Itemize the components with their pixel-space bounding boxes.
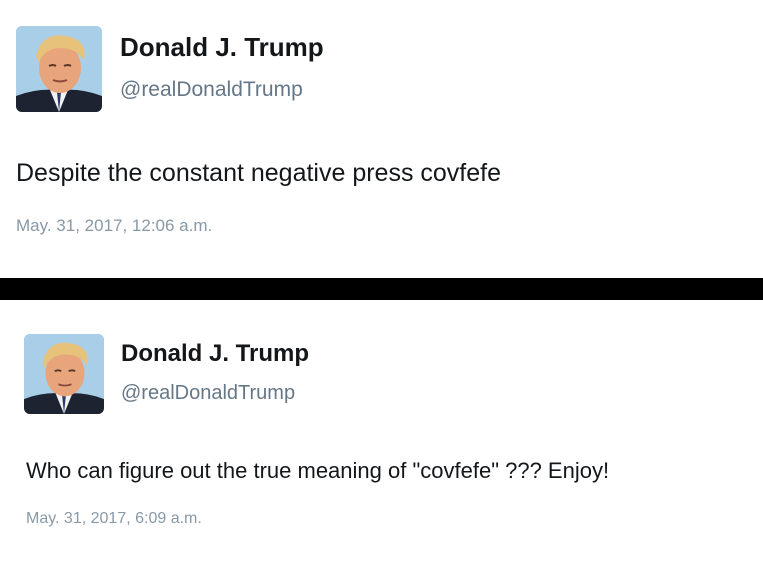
divider bbox=[0, 278, 763, 300]
handle[interactable]: @realDonaldTrump bbox=[121, 382, 295, 405]
avatar[interactable] bbox=[16, 26, 102, 112]
profile-photo-icon bbox=[24, 334, 104, 414]
avatar[interactable] bbox=[24, 334, 104, 414]
display-name[interactable]: Donald J. Trump bbox=[120, 32, 324, 63]
profile-photo-icon bbox=[16, 26, 102, 112]
timestamp[interactable]: May. 31, 2017, 12:06 a.m. bbox=[16, 216, 212, 236]
timestamp[interactable]: May. 31, 2017, 6:09 a.m. bbox=[26, 510, 202, 528]
handle[interactable]: @realDonaldTrump bbox=[120, 78, 303, 102]
tweet-text: Who can figure out the true meaning of "… bbox=[26, 458, 610, 483]
display-name[interactable]: Donald J. Trump bbox=[121, 340, 309, 368]
tweet-text: Despite the constant negative press covf… bbox=[16, 159, 502, 187]
tweet-card: Donald J. Trump @realDonaldTrump Who can… bbox=[0, 300, 763, 576]
tweet-card: Donald J. Trump @realDonaldTrump Despite… bbox=[0, 0, 763, 278]
